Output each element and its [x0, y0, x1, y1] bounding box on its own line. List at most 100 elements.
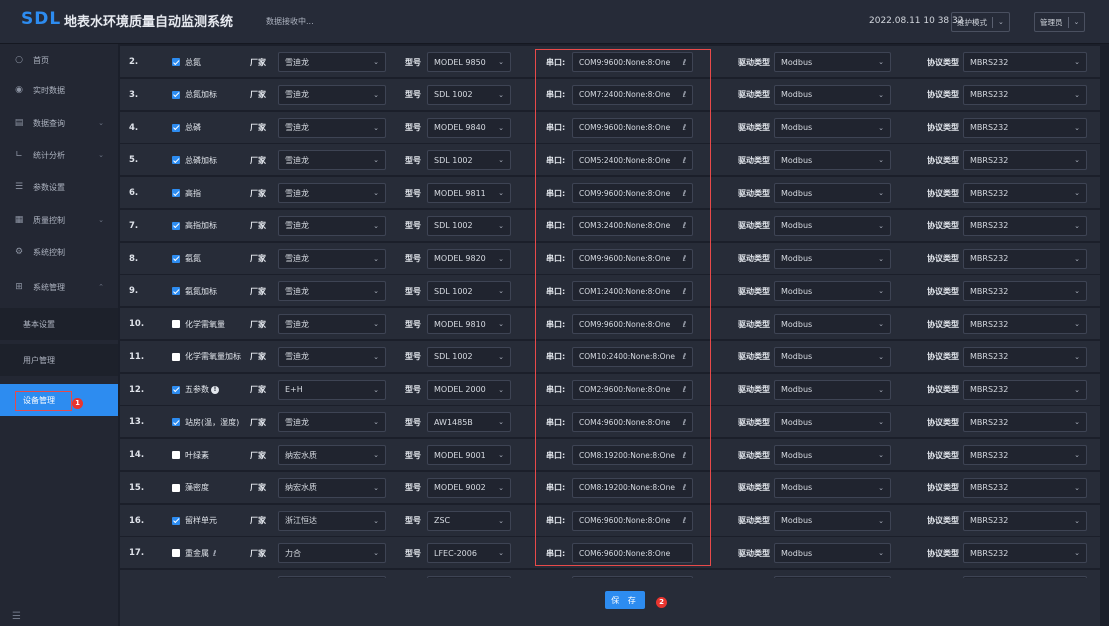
device-checkbox[interactable]: 站房(温，湿度)	[172, 406, 239, 438]
model-select[interactable]: SDL 1002 ⌄	[427, 281, 511, 302]
driver-select[interactable]: Modbus⌄	[774, 183, 891, 203]
device-checkbox[interactable]: 叶绿素	[172, 439, 209, 471]
model-select[interactable]: MODEL 9850 ⌄	[427, 52, 511, 72]
port-field[interactable]: COM4:9600:None:8:One ℓ	[572, 412, 693, 433]
sidebar-item-quality[interactable]: ▦ 质量控制 ⌄	[0, 204, 118, 236]
driver-select[interactable]: Modbus⌄	[774, 215, 891, 236]
manufacturer-select[interactable]: 雪迪龙 ⌄	[278, 248, 386, 269]
model-select[interactable]: MODEL 9811 ⌄	[427, 183, 511, 203]
sidebar-item-realtime[interactable]: ◉ 实时数据	[0, 74, 118, 106]
model-select[interactable]: SDL 1002 ⌄	[427, 84, 511, 105]
edit-icon[interactable]: ℓ	[683, 418, 686, 427]
checkbox-checked-icon[interactable]	[172, 156, 180, 165]
edit-icon[interactable]: ℓ	[683, 483, 686, 492]
model-select[interactable]: SDL 1002 ⌄	[427, 215, 511, 236]
sidebar-sub-users[interactable]: 用户管理	[0, 344, 118, 376]
port-field[interactable]: COM3:2400:None:8:One ℓ	[572, 215, 693, 236]
protocol-select[interactable]: MBRS232 ⌄	[963, 183, 1087, 203]
driver-select[interactable]: Modbus⌄	[774, 412, 891, 433]
model-select[interactable]: SDL 1002 ⌄	[427, 346, 511, 367]
manufacturer-select[interactable]: 雪迪龙 ⌄	[278, 183, 386, 203]
checkbox-unchecked-icon[interactable]	[172, 451, 180, 459]
edit-icon[interactable]: ℓ	[683, 287, 686, 296]
port-field[interactable]: COM9:9600:None:8:One ℓ	[572, 248, 693, 269]
port-field[interactable]: COM1:2400:None:8:One ℓ	[572, 281, 693, 302]
edit-icon[interactable]: ℓ	[683, 221, 686, 230]
protocol-select[interactable]: MBRS232 ⌄	[963, 543, 1087, 564]
info-icon[interactable]: !	[211, 385, 219, 394]
protocol-select[interactable]: MBRS232 ⌄	[963, 379, 1087, 400]
manufacturer-select[interactable]: 雪迪龙 ⌄	[278, 215, 386, 236]
user-dropdown[interactable]: 管理员 ⌄	[1034, 12, 1086, 32]
driver-select[interactable]: Modbus⌄	[774, 543, 891, 564]
model-select[interactable]: MODEL 9820 ⌄	[427, 248, 511, 269]
device-checkbox[interactable]: 总磷加标	[172, 144, 217, 176]
mode-dropdown[interactable]: 维护模式 ⌄	[951, 12, 1010, 32]
edit-icon[interactable]: ℓ	[683, 320, 686, 329]
checkbox-checked-icon[interactable]	[172, 58, 180, 66]
device-checkbox[interactable]: 总氮加标	[172, 79, 217, 111]
menu-toggle-icon[interactable]: ☰	[12, 611, 21, 622]
protocol-select[interactable]: MBRS232 ⌄	[963, 412, 1087, 433]
sidebar-item-stats[interactable]: ∟ 统计分析 ⌄	[0, 139, 118, 171]
manufacturer-select[interactable]: 纳宏水质 ⌄	[278, 477, 386, 498]
checkbox-unchecked-icon[interactable]	[172, 352, 180, 361]
save-button[interactable]: 保 存	[605, 591, 645, 609]
device-checkbox[interactable]: 高指	[172, 177, 201, 209]
driver-select[interactable]: Modbus⌄	[774, 281, 891, 302]
protocol-select[interactable]: MBRS232 ⌄	[963, 346, 1087, 367]
model-select[interactable]: ZSC ⌄	[427, 510, 511, 531]
device-checkbox[interactable]: 重金属 ℓ	[172, 537, 216, 569]
model-select[interactable]: LFEC-2006 ⌄	[427, 543, 511, 564]
port-field[interactable]: COM9:9600:None:8:One ℓ	[572, 314, 693, 334]
manufacturer-select[interactable]: 雪迪龙 ⌄	[278, 314, 386, 334]
checkbox-checked-icon[interactable]	[172, 123, 180, 132]
port-field[interactable]: COM6:9600:None:8:One ℓ	[572, 510, 693, 531]
edit-icon[interactable]: ℓ	[683, 451, 686, 460]
device-checkbox[interactable]: 总磷	[172, 112, 201, 144]
port-field[interactable]: COM9:9600:None:8:One ℓ	[572, 183, 693, 203]
manufacturer-select[interactable]: 浙江恒达 ⌄	[278, 510, 386, 531]
protocol-select[interactable]: MBRS232 ⌄	[963, 84, 1087, 105]
sidebar-item-params[interactable]: ☰ 参数设置	[0, 171, 118, 203]
checkbox-checked-icon[interactable]	[172, 90, 180, 99]
manufacturer-select[interactable]: 雪迪龙 ⌄	[278, 52, 386, 72]
model-select[interactable]: AW1485B ⌄	[427, 412, 511, 433]
protocol-select[interactable]: MBRS232 ⌄	[963, 477, 1087, 498]
manufacturer-select[interactable]: 雪迪龙 ⌄	[278, 281, 386, 302]
checkbox-unchecked-icon[interactable]	[172, 549, 180, 558]
protocol-select[interactable]: MBRS232 ⌄	[963, 314, 1087, 334]
driver-select[interactable]: Modbus⌄	[774, 346, 891, 367]
manufacturer-select[interactable]: 力合⌄	[278, 543, 386, 564]
driver-select[interactable]: Modbus⌄	[774, 314, 891, 334]
sidebar-item-home[interactable]: ○ 首页	[0, 44, 118, 76]
protocol-select[interactable]: MBRS232 ⌄	[963, 52, 1087, 72]
edit-icon[interactable]: ℓ	[683, 156, 686, 165]
sidebar-sub-basic[interactable]: 基本设置	[0, 308, 118, 340]
driver-select[interactable]: Modbus⌄	[774, 150, 891, 171]
manufacturer-select[interactable]: 纳宏水质 ⌄	[278, 445, 386, 465]
protocol-select[interactable]: MBRS232 ⌄	[963, 215, 1087, 236]
port-field[interactable]: COM6:9600:None:8:One	[572, 543, 693, 564]
device-checkbox[interactable]: 藻密度	[172, 472, 209, 504]
checkbox-unchecked-icon[interactable]	[172, 320, 180, 328]
checkbox-checked-icon[interactable]	[172, 221, 180, 230]
device-checkbox[interactable]: 氨氮	[172, 243, 201, 275]
edit-icon[interactable]: ℓ	[683, 352, 686, 361]
device-checkbox[interactable]: 氨氮加标	[172, 275, 217, 307]
sidebar-item-query[interactable]: ▤ 数据查询 ⌄	[0, 107, 118, 139]
device-checkbox[interactable]: 高指加标	[172, 210, 217, 242]
sidebar-item-manage[interactable]: ⊞ 系统管理 ⌃	[0, 271, 118, 303]
port-field[interactable]: COM8:19200:None:8:One ℓ	[572, 477, 693, 498]
edit-icon[interactable]: ℓ	[683, 90, 686, 99]
port-field[interactable]: COM2:9600:None:8:One ℓ	[572, 379, 693, 400]
port-field[interactable]: COM9:9600:None:8:One ℓ	[572, 117, 693, 138]
port-field[interactable]: COM9:9600:None:8:One ℓ	[572, 52, 693, 72]
device-checkbox[interactable]: 化学需氧量加标	[172, 341, 241, 373]
model-select[interactable]: MODEL 2000 ⌄	[427, 379, 511, 400]
protocol-select[interactable]: MBRS232 ⌄	[963, 445, 1087, 465]
driver-select[interactable]: Modbus⌄	[774, 445, 891, 465]
driver-select[interactable]: Modbus⌄	[774, 117, 891, 138]
device-checkbox[interactable]: 化学需氧量	[172, 308, 225, 340]
checkbox-checked-icon[interactable]	[172, 254, 180, 263]
